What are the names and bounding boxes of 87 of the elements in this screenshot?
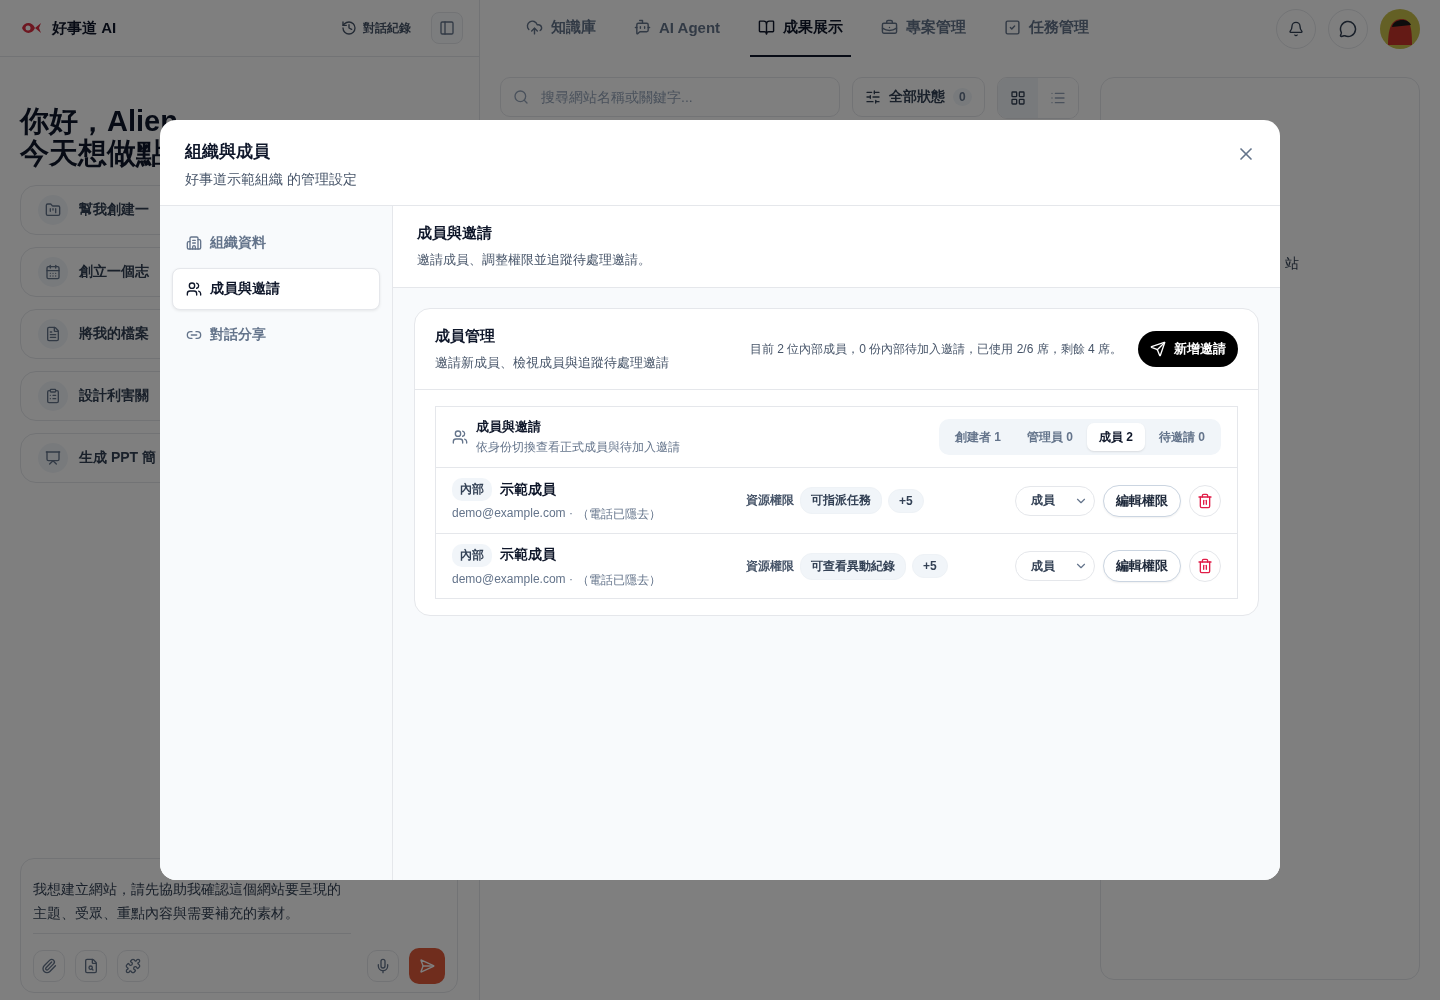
settings-menu-item[interactable]: 對話分享 [172,314,380,356]
delete-button[interactable] [1189,484,1221,517]
plugin-button[interactable] [117,950,149,982]
role-select[interactable]: 成員 [1015,551,1095,581]
member-phone: （電話已隱去） [576,506,661,523]
section-subtitle: 邀請成員、調整權限並追蹤待處理邀請。 [417,251,652,269]
briefcase-icon [881,19,899,36]
member-email: demo@example.com · [452,571,573,588]
card-subtitle: 邀請新成員、檢視成員與追蹤待處理邀請 [435,353,670,372]
permission-chip: 可指派任務 [800,487,882,514]
send-button[interactable] [409,948,445,984]
microphone-button[interactable] [367,950,399,982]
grid-view-button[interactable] [997,78,1038,118]
notifications-button[interactable] [1276,8,1316,49]
file-icon [38,319,68,349]
grid-icon [1009,90,1026,106]
permission-label: 資源權限 [746,492,794,509]
users-icon [186,281,202,297]
member-name: 示範成員 [500,480,556,499]
settings-menu-item[interactable]: 組織資料 [172,222,380,264]
permission-chip: 可查看異動紀錄 [800,552,906,580]
seat-summary: 目前 2 位內部成員，0 份內部待加入邀請，已使用 2/6 席，剩餘 4 席。 [749,340,1122,358]
member-phone: （電話已隱去） [576,571,661,589]
list-subtitle: 依身份切換查看正式成員與待加入邀請 [476,439,681,456]
file-search-icon [83,958,99,974]
card-title: 成員管理 [435,326,496,346]
history-icon [341,20,357,36]
role-tab[interactable]: 創建者 1 [942,423,1013,451]
list-title: 成員與邀請 [476,418,542,436]
nav-tab[interactable]: 知識庫 [518,0,604,57]
sidebar-toggle-button[interactable] [431,12,463,44]
status-filter-button[interactable]: 全部狀態 0 [852,77,985,117]
delete-button[interactable] [1189,550,1221,582]
chat-bot-icon [634,19,651,36]
nav-tab[interactable]: 專案管理 [873,0,975,57]
more-permissions-chip: +5 [912,554,948,578]
microphone-icon [375,958,391,974]
book-icon [758,19,776,36]
nav-tab[interactable]: 任務管理 [996,0,1098,57]
file-search-button[interactable] [75,950,107,982]
brand-name: 好事道 AI [52,18,118,38]
avatar[interactable] [1380,8,1420,49]
card-text: 站 [1285,255,1299,271]
nav-tab[interactable]: AI Agent [626,0,729,57]
search-icon [513,89,529,105]
clipboard-icon [38,381,68,411]
send-icon [1150,341,1166,357]
more-permissions-chip: +5 [888,488,924,513]
attach-button[interactable] [33,950,65,982]
chat-icon [1339,19,1357,38]
puzzle-icon [125,958,141,974]
nav-tab[interactable]: 成果展示 [750,0,852,57]
invite-button[interactable]: 新增邀請 [1138,331,1238,367]
send-icon [419,958,435,974]
bell-icon [1288,20,1304,37]
panel-icon [439,20,455,36]
dialog-subtitle: 好事道示範組織 的管理設定 [185,171,358,189]
dialog-title: 組織與成員 [185,141,271,163]
paperclip-icon [41,958,57,974]
permission-label: 資源權限 [746,557,794,575]
building-icon [186,235,202,251]
member-tag: 內部 [452,543,492,567]
edit-permissions-button[interactable]: 編輯權限 [1103,550,1181,582]
history-button[interactable]: 對話紀錄 [341,19,411,37]
logo-icon [20,20,42,36]
edit-permissions-button[interactable]: 編輯權限 [1103,484,1181,517]
role-tab[interactable]: 管理員 0 [1014,423,1085,451]
trash-icon [1197,558,1213,574]
calendar-icon [38,257,68,287]
member-tag: 內部 [452,478,492,501]
settings-menu-item[interactable]: 成員與邀請 [172,268,380,310]
member-name: 示範成員 [500,546,556,564]
presentation-icon [38,443,68,473]
role-select[interactable]: 成員 [1015,485,1095,516]
checkbox-icon [1004,19,1022,36]
folder-icon [38,195,68,225]
users-icon [452,429,468,445]
role-tab[interactable]: 成員 2 [1086,423,1145,451]
section-title: 成員與邀請 [417,224,493,243]
trash-icon [1197,492,1213,509]
member-email: demo@example.com · [452,506,573,522]
role-tab[interactable]: 待邀請 0 [1147,423,1217,451]
list-icon [1049,90,1066,106]
cloud-upload-icon [526,19,543,36]
sliders-icon [865,89,881,105]
messages-button[interactable] [1328,8,1368,49]
filter-count: 0 [953,88,972,106]
